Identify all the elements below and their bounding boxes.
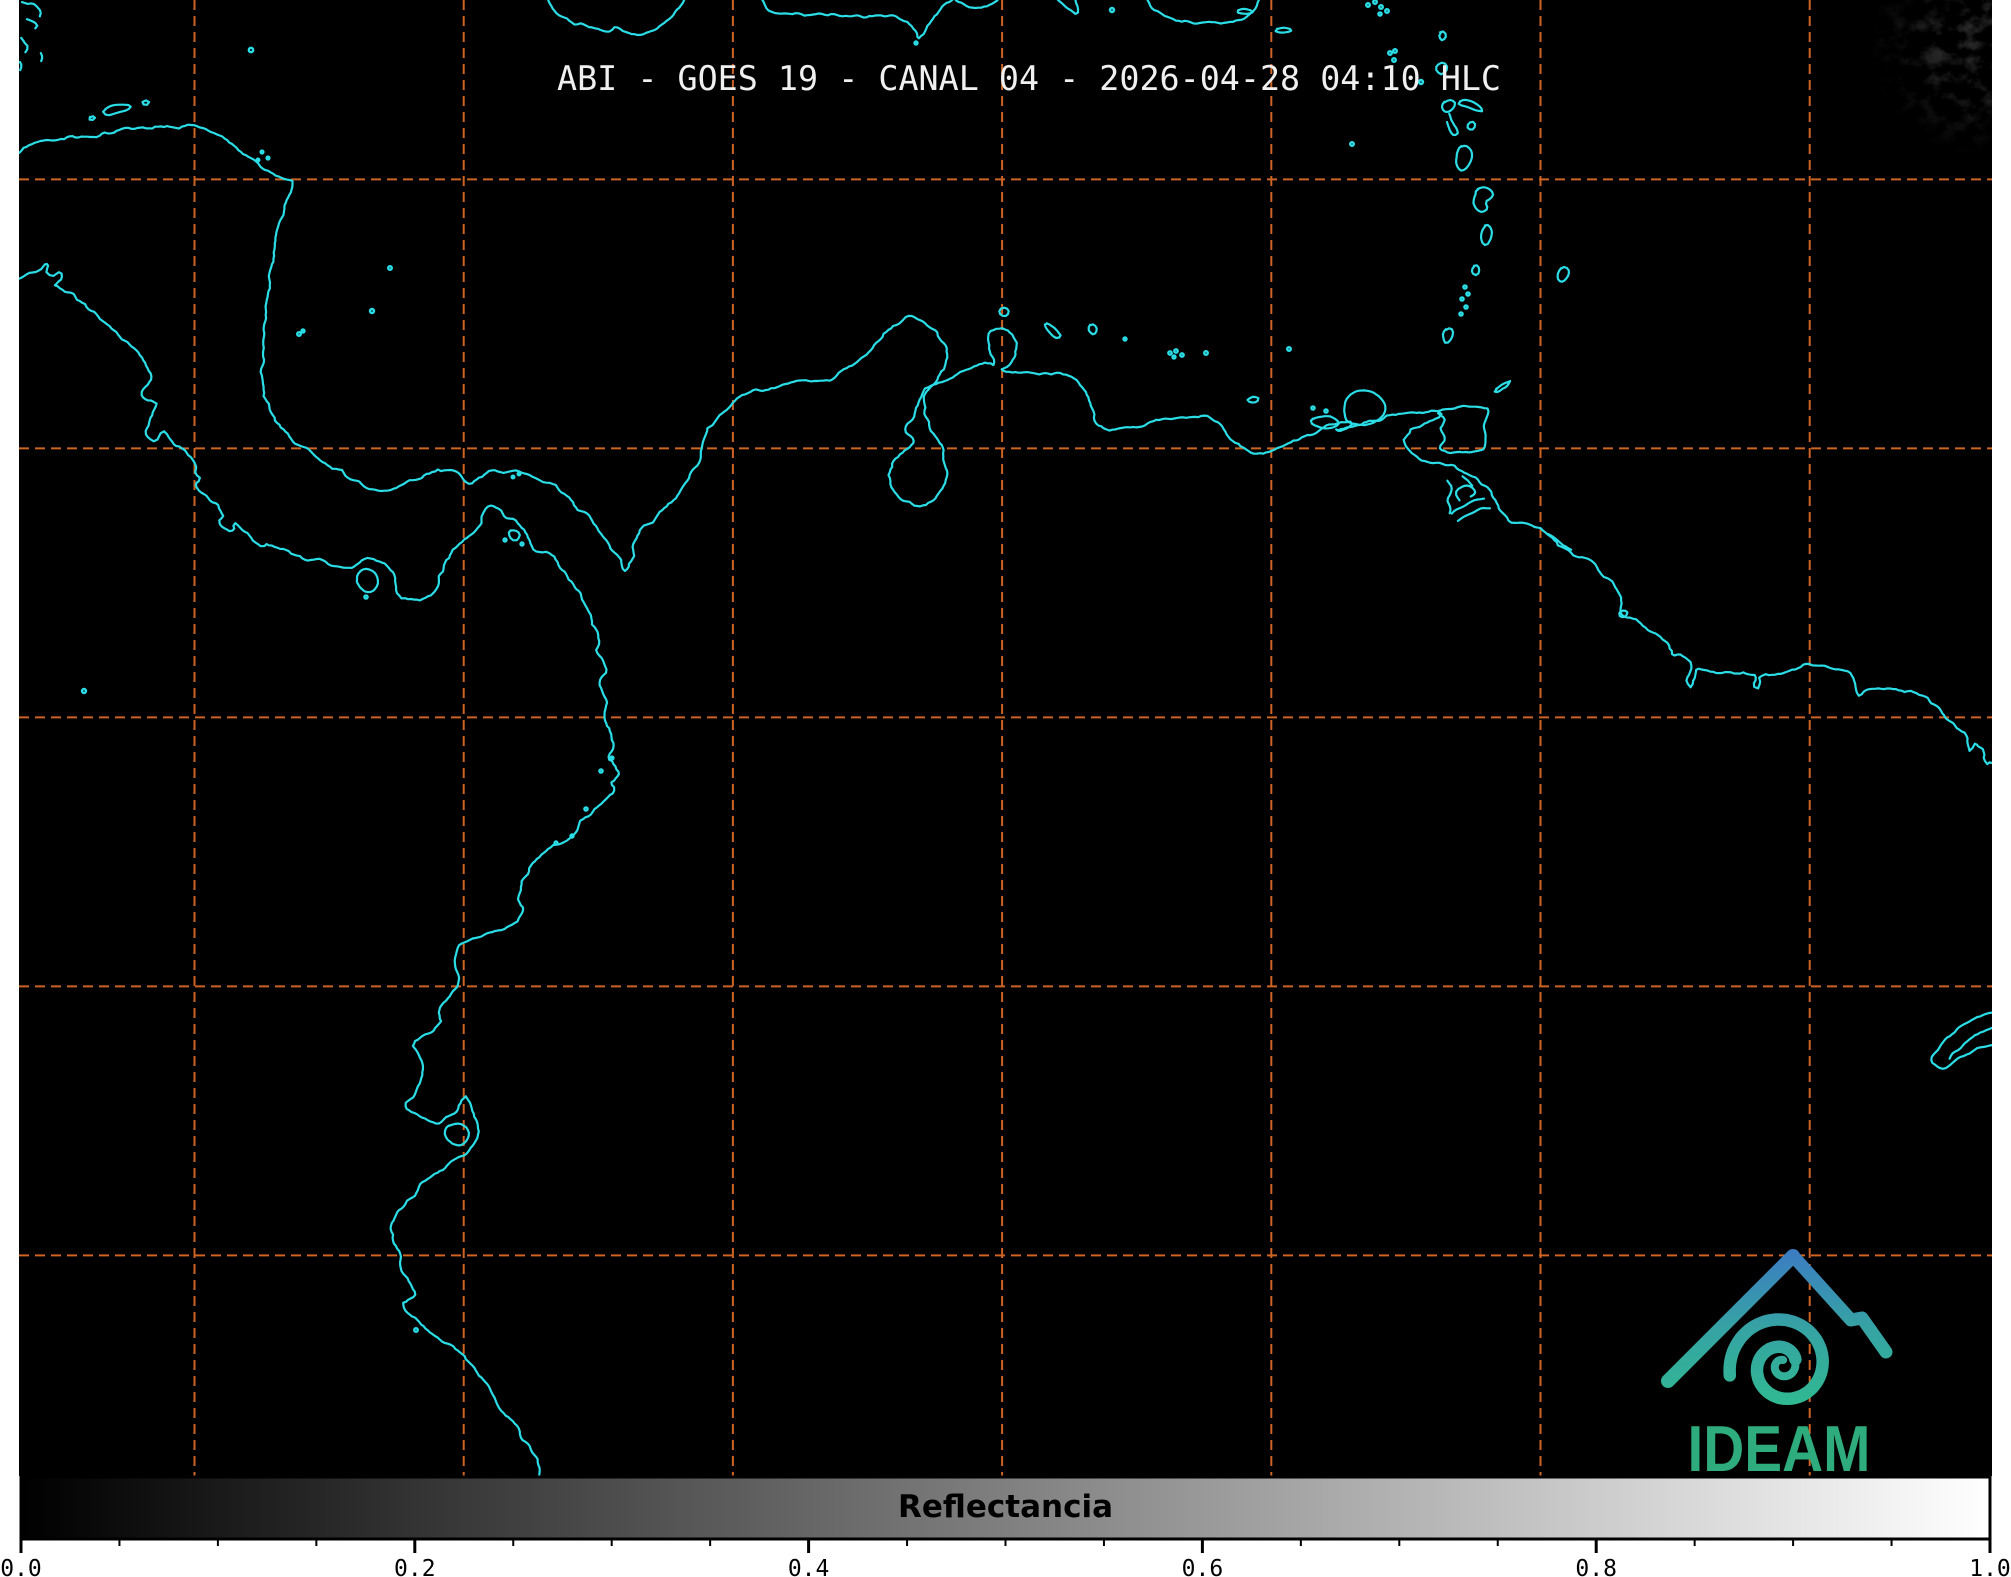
- colorbar-tick-labels: 0.0 0.2 0.4 0.6 0.8 1.0: [0, 1556, 2011, 1577]
- colorbar-ticks: [19, 1539, 1992, 1553]
- logo-text: IDEAM: [1688, 1412, 1871, 1485]
- colorbar-tick-label: 0.6: [1182, 1556, 1224, 1577]
- colorbar-tick-label: 0.0: [0, 1556, 42, 1577]
- satellite-map: ABI - GOES 19 - CANAL 04 - 2026-04-28 04…: [0, 0, 2011, 1577]
- colorbar-tick-label: 0.8: [1575, 1556, 1617, 1577]
- colorbar-tick-label: 0.2: [394, 1556, 436, 1577]
- coastline-belize-f: [19, 60, 23, 72]
- colorbar-tick-label: 1.0: [1969, 1556, 2011, 1577]
- colorbar: 0.0 0.2 0.4 0.6 0.8 1.0 Reflectancia: [0, 1475, 2011, 1577]
- colorbar-tick-label: 0.4: [788, 1556, 830, 1577]
- colorbar-label: Reflectancia: [898, 1489, 1113, 1525]
- figure: ABI - GOES 19 - CANAL 04 - 2026-04-28 04…: [0, 0, 2011, 1577]
- coastline-belize-e: [39, 52, 44, 63]
- map-title: ABI - GOES 19 - CANAL 04 - 2026-04-28 04…: [557, 59, 1501, 98]
